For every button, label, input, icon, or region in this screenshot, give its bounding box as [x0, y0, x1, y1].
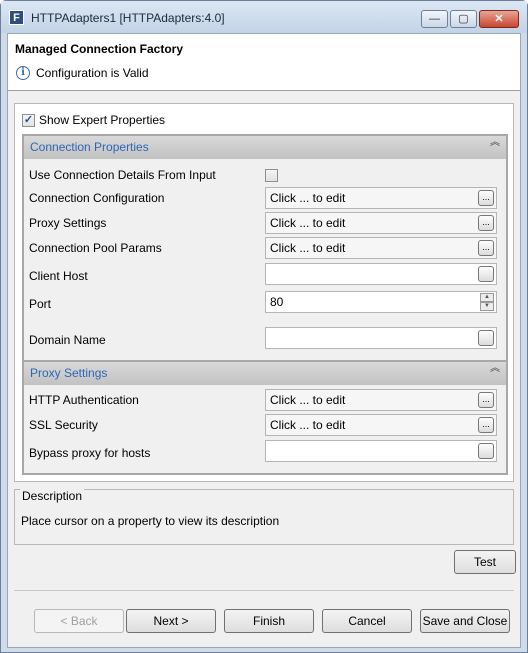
domain-name-label: Domain Name — [29, 333, 106, 347]
proxy-settings-field[interactable]: Click ... to edit ... — [265, 212, 497, 234]
connection-configuration-edit-button[interactable]: ... — [478, 190, 494, 206]
connection-properties-header[interactable]: Connection Properties ︽ — [24, 136, 506, 159]
dialog-window: F HTTPAdapters1 [HTTPAdapters:4.0] — ▢ ✕… — [0, 0, 528, 653]
status-message: Configuration is Valid — [36, 66, 149, 80]
window-title: HTTPAdapters1 [HTTPAdapters:4.0] — [31, 11, 225, 25]
domain-name-edit-button[interactable] — [478, 330, 494, 346]
save-and-close-button[interactable]: Save and Close — [420, 609, 510, 633]
ssl-security-field[interactable]: Click ... to edit ... — [265, 414, 497, 436]
description-legend: Description — [20, 489, 85, 503]
connection-properties-section: Connection Properties ︽ Use Connection D… — [22, 134, 508, 325]
client-host-label: Client Host — [29, 269, 88, 283]
domain-name-input[interactable] — [265, 327, 497, 349]
connection-pool-params-value: Click ... to edit — [270, 241, 346, 255]
ssl-security-edit-button[interactable]: ... — [478, 417, 494, 433]
next-button[interactable]: Next > — [126, 609, 216, 633]
dialog-header: Managed Connection Factory i Configurati… — [8, 34, 520, 91]
back-button[interactable]: < Back — [34, 609, 124, 633]
collapse-icon[interactable]: ︽ — [490, 138, 500, 148]
description-text: Place cursor on a property to view its d… — [21, 514, 280, 528]
ssl-security-value: Click ... to edit — [270, 418, 346, 432]
proxy-settings-value: Click ... to edit — [270, 216, 346, 230]
cancel-button[interactable]: Cancel — [322, 609, 412, 633]
use-connection-details-checkbox[interactable] — [265, 169, 278, 182]
dialog-client-area: Managed Connection Factory i Configurati… — [7, 33, 521, 648]
client-host-edit-button[interactable] — [478, 266, 494, 282]
port-spinner[interactable]: ▲ ▼ — [480, 293, 494, 311]
maximize-button[interactable]: ▢ — [450, 10, 477, 28]
connection-configuration-value: Click ... to edit — [270, 191, 346, 205]
info-icon: i — [16, 66, 30, 80]
http-authentication-edit-button[interactable]: ... — [478, 392, 494, 408]
client-host-input[interactable] — [265, 263, 497, 285]
proxy-settings-edit-button[interactable]: ... — [478, 215, 494, 231]
http-authentication-label: HTTP Authentication — [29, 393, 139, 407]
ssl-security-label: SSL Security — [29, 418, 98, 432]
show-expert-label: Show Expert Properties — [39, 113, 166, 127]
http-authentication-value: Click ... to edit — [270, 393, 346, 407]
proxy-settings-title: Proxy Settings — [30, 366, 108, 380]
spin-down-icon[interactable]: ▼ — [480, 302, 494, 311]
close-button[interactable]: ✕ — [479, 10, 519, 28]
test-button[interactable]: Test — [454, 550, 516, 574]
button-separator — [14, 590, 514, 591]
properties-panel: ✓ Show Expert Properties Connection Prop… — [14, 103, 514, 482]
connection-properties-title: Connection Properties — [30, 140, 149, 154]
app-icon: F — [9, 10, 24, 25]
proxy-settings-header[interactable]: Proxy Settings ︽ — [24, 362, 506, 385]
bypass-proxy-hosts-input[interactable] — [265, 440, 497, 462]
proxy-settings-section: Proxy Settings ︽ HTTP Authentication Cli… — [22, 360, 508, 475]
spin-up-icon[interactable]: ▲ — [480, 293, 494, 302]
port-label: Port — [29, 297, 52, 311]
connection-pool-params-field[interactable]: Click ... to edit ... — [265, 237, 497, 259]
show-expert-checkbox[interactable]: ✓ — [22, 114, 35, 127]
description-box: Description Place cursor on a property t… — [14, 489, 514, 545]
port-input[interactable]: 80 ▲ ▼ — [265, 291, 497, 313]
bypass-proxy-hosts-label: Bypass proxy for hosts — [29, 446, 151, 460]
connection-properties-section-continued: Domain Name — [22, 322, 508, 362]
title-bar[interactable]: F HTTPAdapters1 [HTTPAdapters:4.0] — ▢ ✕ — [1, 1, 527, 33]
page-title: Managed Connection Factory — [15, 42, 184, 56]
bypass-proxy-hosts-edit-button[interactable] — [478, 443, 494, 459]
proxy-settings-label: Proxy Settings — [29, 216, 107, 230]
connection-pool-params-label: Connection Pool Params — [29, 241, 162, 255]
use-connection-details-label: Use Connection Details From Input — [29, 168, 216, 182]
collapse-icon[interactable]: ︽ — [490, 364, 500, 374]
minimize-button[interactable]: — — [421, 10, 448, 28]
connection-configuration-field[interactable]: Click ... to edit ... — [265, 187, 497, 209]
port-value: 80 — [270, 295, 284, 309]
connection-configuration-label: Connection Configuration — [29, 191, 165, 205]
finish-button[interactable]: Finish — [224, 609, 314, 633]
connection-pool-params-edit-button[interactable]: ... — [478, 240, 494, 256]
http-authentication-field[interactable]: Click ... to edit ... — [265, 389, 497, 411]
